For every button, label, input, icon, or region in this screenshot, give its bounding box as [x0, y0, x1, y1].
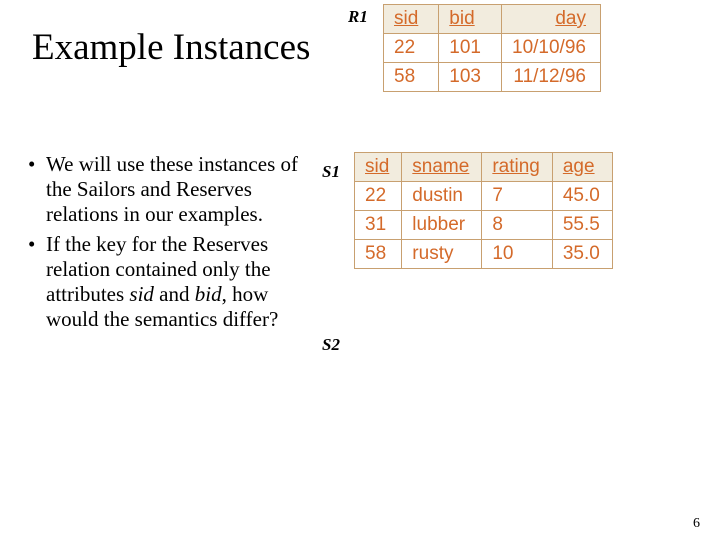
cell: 22: [355, 182, 402, 211]
cell: 55.5: [552, 211, 612, 240]
bullet-list: We will use these instances of the Sailo…: [28, 152, 323, 336]
cell: 35.0: [552, 240, 612, 269]
bullet-item: We will use these instances of the Sailo…: [28, 152, 323, 228]
table-row: 22 101 10/10/96: [384, 34, 601, 63]
cell: lubber: [402, 211, 482, 240]
cell: 45.0: [552, 182, 612, 211]
table-row: 58 rusty 10 35.0: [355, 240, 613, 269]
table-row: 58 103 11/12/96: [384, 63, 601, 92]
cell: 103: [439, 63, 502, 92]
cell: 8: [482, 211, 553, 240]
bullet-text: We will use these instances of the Sailo…: [46, 152, 298, 226]
cell: 22: [384, 34, 439, 63]
bullet-text-and: and: [154, 282, 195, 306]
cell: dustin: [402, 182, 482, 211]
table-header-row: sid bid day: [384, 5, 601, 34]
cell: 10: [482, 240, 553, 269]
col-sname: sname: [402, 153, 482, 182]
table-row: 22 dustin 7 45.0: [355, 182, 613, 211]
page-number: 6: [693, 516, 700, 532]
label-s1: S1: [322, 162, 340, 182]
bullet-item: If the key for the Reserves relation con…: [28, 232, 323, 333]
label-r1: R1: [348, 7, 368, 27]
label-s2: S2: [322, 335, 340, 355]
cell: rusty: [402, 240, 482, 269]
table-row: 31 lubber 8 55.5: [355, 211, 613, 240]
table-header-row: sid sname rating age: [355, 153, 613, 182]
cell: 101: [439, 34, 502, 63]
table-s1: sid sname rating age 22 dustin 7 45.0 31…: [354, 152, 613, 269]
slide-title: Example Instances: [32, 26, 310, 69]
table-r1: sid bid day 22 101 10/10/96 58 103 11/12…: [383, 4, 601, 92]
col-day: day: [502, 5, 601, 34]
cell: 10/10/96: [502, 34, 601, 63]
bid-term: bid: [195, 282, 222, 306]
cell: 58: [384, 63, 439, 92]
cell: 7: [482, 182, 553, 211]
cell: 31: [355, 211, 402, 240]
cell: 11/12/96: [502, 63, 601, 92]
col-bid: bid: [439, 5, 502, 34]
cell: 58: [355, 240, 402, 269]
col-sid: sid: [384, 5, 439, 34]
col-sid: sid: [355, 153, 402, 182]
col-rating: rating: [482, 153, 553, 182]
col-age: age: [552, 153, 612, 182]
sid-term: sid: [129, 282, 154, 306]
